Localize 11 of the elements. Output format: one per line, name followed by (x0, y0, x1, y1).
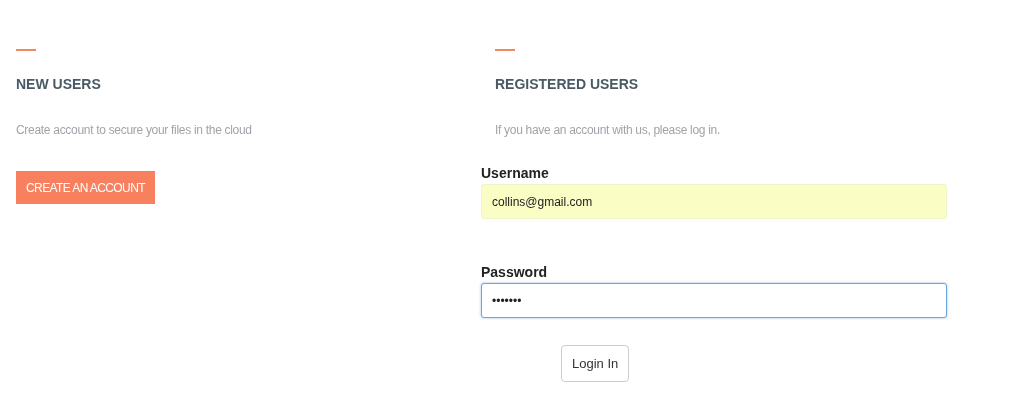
section-heading: REGISTERED USERS (495, 76, 640, 92)
field-label: Password (481, 264, 549, 280)
section-description: If you have an account with us, please log in. (495, 123, 722, 137)
login-button[interactable]: Login In (561, 345, 630, 382)
input-field[interactable]: ••••••• (481, 283, 947, 318)
accent-line (495, 49, 515, 51)
input-field[interactable]: collins@gmail.com (481, 184, 947, 219)
section-heading: NEW USERS (16, 76, 102, 92)
section-description: Create account to secure your files in the cloud (16, 123, 253, 137)
accent-line (16, 49, 36, 51)
field-label: Username (481, 165, 550, 181)
